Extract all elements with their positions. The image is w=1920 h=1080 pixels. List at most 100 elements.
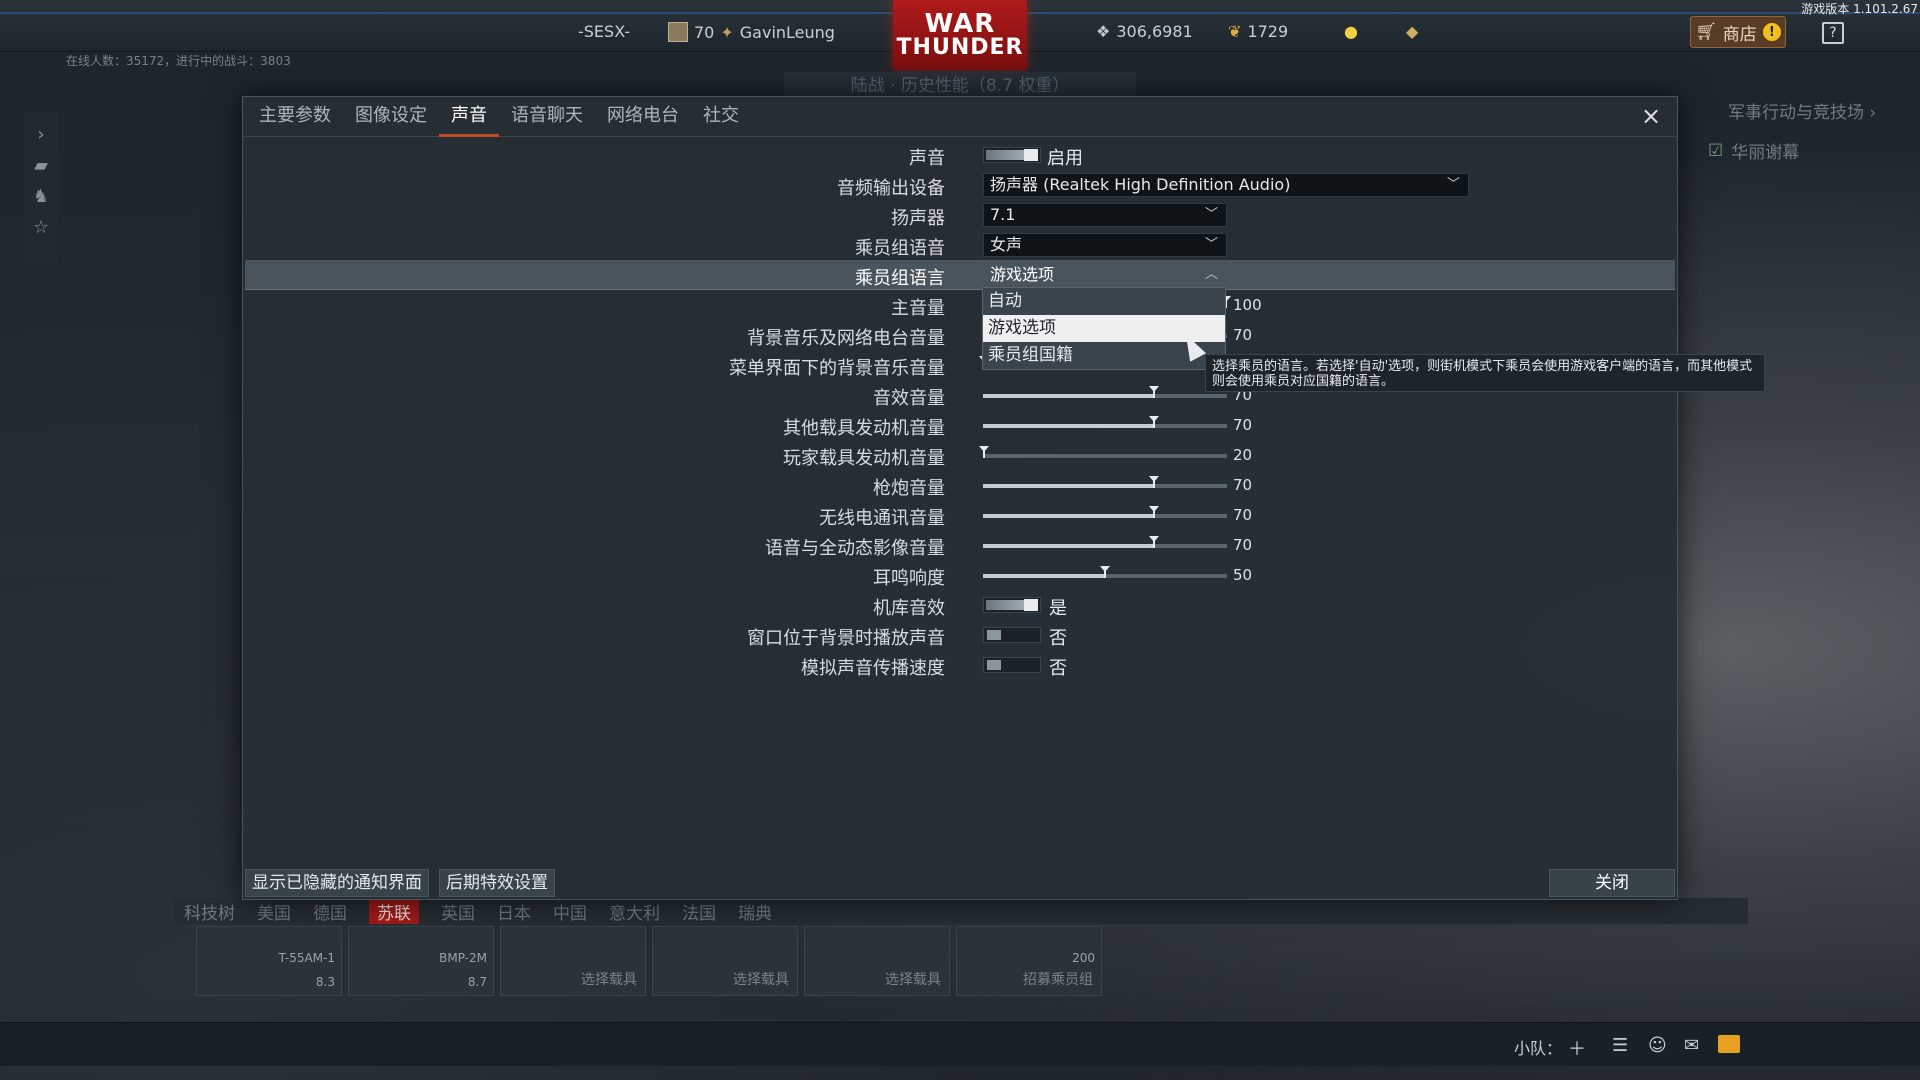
hangar-sound-toggle[interactable] xyxy=(983,597,1041,613)
close-button[interactable]: 关闭 xyxy=(1549,869,1675,897)
setting-label: 扬声器 xyxy=(891,208,945,229)
crew-icon[interactable]: ♞ xyxy=(33,186,49,207)
research-tree-button[interactable]: 科技树 xyxy=(184,899,235,924)
select-vehicle-label: 选择载具 xyxy=(733,972,789,988)
sound-speed-toggle[interactable] xyxy=(983,657,1041,673)
settings-dialog: 主要参数 图像设定 声音 语音聊天 网络电台 社交 × 声音 启用 音频输出设备… xyxy=(242,96,1765,900)
status-bar: 小队： ＋ ☰ ☺ ✉ xyxy=(0,1022,1920,1066)
golden-eagles-value: 1729 xyxy=(1247,22,1289,41)
other-engine-volume-slider[interactable] xyxy=(983,416,1227,428)
silver-lions[interactable]: ❖ 306,6981 xyxy=(1096,22,1193,41)
left-nav: › ▰ ♞ ☆ xyxy=(24,112,58,262)
setting-label: 声音 xyxy=(909,148,945,169)
crew-voice-select[interactable]: 女声 ﹀ xyxy=(983,233,1227,257)
crew-language-select[interactable]: 游戏选项 ︿ xyxy=(983,263,1227,287)
sound-toggle[interactable] xyxy=(983,147,1041,163)
nation-bar: 科技树 美国 德国 苏联 英国 日本 中国 意大利 法国 瑞典 xyxy=(174,898,1748,924)
setting-label: 枪炮音量 xyxy=(873,478,945,499)
right-panel-title[interactable]: 军事行动与竞技场 › xyxy=(1728,98,1876,123)
settings-tabs: 主要参数 图像设定 声音 语音聊天 网络电台 社交 xyxy=(243,97,1677,137)
setting-row-radio-volume: 无线电通讯音量 70 xyxy=(245,500,1675,530)
dropdown-option-auto[interactable]: 自动 xyxy=(983,288,1225,315)
sfx-volume-slider[interactable] xyxy=(983,386,1227,398)
lightbulb-icon[interactable]: ● xyxy=(1344,22,1358,41)
setting-row-gun-volume: 枪炮音量 70 xyxy=(245,470,1675,500)
chat-icon[interactable]: ✉ xyxy=(1684,1035,1699,1056)
nation-japan[interactable]: 日本 xyxy=(497,899,531,924)
setting-row-speaker: 扬声器 7.1 ﹀ xyxy=(245,200,1675,230)
chevron-down-icon: ﹀ xyxy=(1446,177,1460,192)
nation-germany[interactable]: 德国 xyxy=(313,899,347,924)
setting-label: 耳鸣响度 xyxy=(873,568,945,589)
gun-volume-slider[interactable] xyxy=(983,476,1227,488)
nation-italy[interactable]: 意大利 xyxy=(609,899,660,924)
setting-row-tinnitus: 耳鸣响度 50 xyxy=(245,560,1675,590)
squad-tag[interactable]: -SESX- xyxy=(578,22,630,41)
setting-label: 音效音量 xyxy=(873,388,945,409)
warning-icon: ! xyxy=(1762,23,1781,41)
master-volume-value: 100 xyxy=(1233,296,1262,314)
crew-slot[interactable]: 选择载具 xyxy=(804,926,950,996)
nation-france[interactable]: 法国 xyxy=(682,899,716,924)
speaker-select[interactable]: 7.1 ﹀ xyxy=(983,203,1227,227)
crew-slot[interactable]: BMP-2M 8.7 xyxy=(348,926,494,996)
radio-volume-slider[interactable] xyxy=(983,506,1227,518)
player-engine-volume-slider[interactable] xyxy=(979,446,1227,458)
golden-eagles[interactable]: ❦ 1729 xyxy=(1228,22,1288,41)
logo-line2: THUNDER xyxy=(896,35,1024,60)
output-device-select[interactable]: 扬声器 (Realtek High Definition Audio) ﹀ xyxy=(983,173,1469,197)
setting-row-sound: 声音 启用 xyxy=(245,140,1675,170)
add-squad-icon[interactable]: ＋ xyxy=(1568,1035,1586,1061)
nation-usa[interactable]: 美国 xyxy=(257,899,291,924)
setting-label: 乘员组语言 xyxy=(855,268,945,289)
crew-slot[interactable]: 选择载具 xyxy=(652,926,798,996)
vehicle-name: T-55AM-1 xyxy=(278,951,335,965)
show-hidden-notifications-button[interactable]: 显示已隐藏的通知界面 xyxy=(245,869,429,897)
sound-speed-state: 否 xyxy=(1049,658,1067,679)
help-button[interactable]: ? xyxy=(1822,22,1844,44)
music-radio-volume-value: 70 xyxy=(1233,326,1253,344)
golden-eagle-icon: ❦ xyxy=(1228,22,1242,41)
tab-graphics[interactable]: 图像设定 xyxy=(343,97,439,136)
close-icon[interactable]: × xyxy=(1639,104,1663,129)
nation-china[interactable]: 中国 xyxy=(553,899,587,924)
tab-main-params[interactable]: 主要参数 xyxy=(247,97,343,136)
contacts-icon[interactable]: ☺ xyxy=(1648,1035,1667,1056)
crew-slots: T-55AM-1 8.3 BMP-2M 8.7 选择载具 选择载具 选择载具 2… xyxy=(196,926,1102,996)
voice-cinematic-volume-value: 70 xyxy=(1233,536,1253,554)
list-icon[interactable]: ☰ xyxy=(1612,1035,1628,1056)
player-engine-volume-value: 20 xyxy=(1233,446,1253,464)
online-info: 在线人数：35172，进行中的战斗：3803 xyxy=(66,54,291,68)
nation-sweden[interactable]: 瑞典 xyxy=(738,899,772,924)
tinnitus-slider[interactable] xyxy=(983,566,1227,578)
player-profile[interactable]: 70 ✦ GavinLeung xyxy=(668,22,835,42)
tab-sound[interactable]: 声音 xyxy=(439,97,499,137)
setting-row-crew-language: 乘员组语言 游戏选项 ︿ xyxy=(245,260,1675,290)
right-panel-unit[interactable]: ☑ 华丽谢幕 xyxy=(1708,138,1799,164)
tab-voice-chat[interactable]: 语音聊天 xyxy=(499,97,595,136)
nation-ussr[interactable]: 苏联 xyxy=(369,898,419,924)
nation-uk[interactable]: 英国 xyxy=(441,899,475,924)
shop-button[interactable]: 🛒︎ 商店 ! xyxy=(1690,16,1786,48)
recruit-crew-slot[interactable]: 200 招募乘员组 xyxy=(956,926,1102,996)
background-play-toggle[interactable] xyxy=(983,627,1041,643)
crew-slot[interactable]: 选择载具 xyxy=(500,926,646,996)
mail-icon[interactable] xyxy=(1718,1035,1740,1053)
post-fx-settings-button[interactable]: 后期特效设置 xyxy=(439,869,555,897)
tank-icon[interactable]: ▰ xyxy=(34,155,48,176)
logo-line1: WAR xyxy=(924,9,996,39)
crew-slot[interactable]: T-55AM-1 8.3 xyxy=(196,926,342,996)
tab-radio[interactable]: 网络电台 xyxy=(595,97,691,136)
radio-volume-value: 70 xyxy=(1233,506,1253,524)
checkbox-icon[interactable]: ☑ xyxy=(1708,141,1723,161)
voice-cinematic-volume-slider[interactable] xyxy=(983,536,1227,548)
tab-social[interactable]: 社交 xyxy=(691,97,751,136)
premium-icon[interactable]: ◆ xyxy=(1406,22,1418,41)
setting-label: 音频输出设备 xyxy=(837,178,945,199)
squad-label: 小队： xyxy=(1514,1039,1563,1058)
silver-lions-value: 306,6981 xyxy=(1116,22,1193,41)
tinnitus-value: 50 xyxy=(1233,566,1253,584)
expand-chevron-icon[interactable]: › xyxy=(37,124,44,145)
star-icon[interactable]: ☆ xyxy=(33,217,49,238)
sound-state: 启用 xyxy=(1047,148,1083,169)
